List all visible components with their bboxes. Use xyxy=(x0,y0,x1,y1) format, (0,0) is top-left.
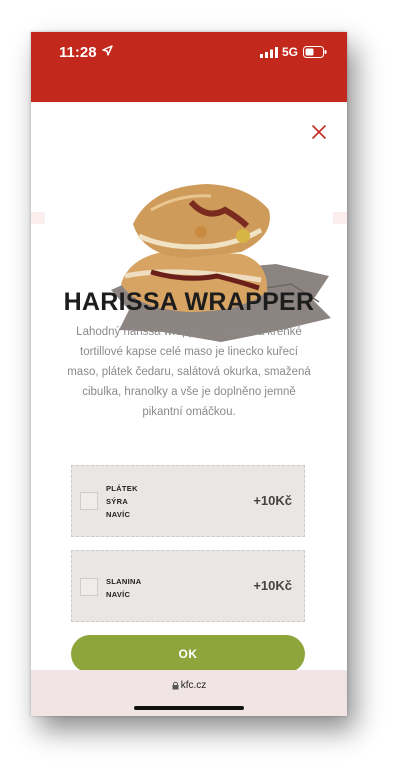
option-checkbox[interactable] xyxy=(80,578,98,596)
battery-icon xyxy=(303,46,327,58)
close-icon[interactable] xyxy=(309,122,329,142)
option-label: PLÁTEK SÝRA NAVÍC xyxy=(106,484,138,519)
product-image xyxy=(111,184,331,342)
home-indicator[interactable] xyxy=(134,706,244,710)
option-price: +10Kč xyxy=(253,578,292,593)
product-description: Lahodný harissa wrapper v čerstvé a křeh… xyxy=(67,326,311,418)
lock-icon xyxy=(172,681,179,690)
option-checkbox[interactable] xyxy=(80,492,98,510)
modal-edge xyxy=(31,212,45,224)
url-display[interactable]: kfc.cz xyxy=(31,680,347,691)
browser-address-bar[interactable]: kfc.cz xyxy=(31,670,347,716)
location-arrow-icon xyxy=(102,45,113,56)
option-price: +10Kč xyxy=(253,493,292,508)
network-label: 5G xyxy=(282,45,299,59)
signal-icon xyxy=(260,47,278,58)
phone-screen: 11:28 5G HARISSA WRAPPER Lahodný harissa… xyxy=(31,32,347,716)
product-title: HARISSA WRAPPER xyxy=(63,288,315,316)
option-extra-bacon[interactable]: SLANINA NAVÍC +10Kč xyxy=(71,550,305,622)
url-text: kfc.cz xyxy=(180,680,207,691)
status-bar: 11:28 5G xyxy=(31,32,347,102)
product-modal: HARISSA WRAPPER Lahodný harissa wrapper … xyxy=(31,102,347,673)
status-time: 11:28 xyxy=(59,44,97,61)
option-label: SLANINA NAVÍC xyxy=(106,577,142,599)
ok-button[interactable]: OK xyxy=(71,635,305,673)
option-extra-cheese[interactable]: PLÁTEK SÝRA NAVÍC +10Kč xyxy=(71,465,305,537)
